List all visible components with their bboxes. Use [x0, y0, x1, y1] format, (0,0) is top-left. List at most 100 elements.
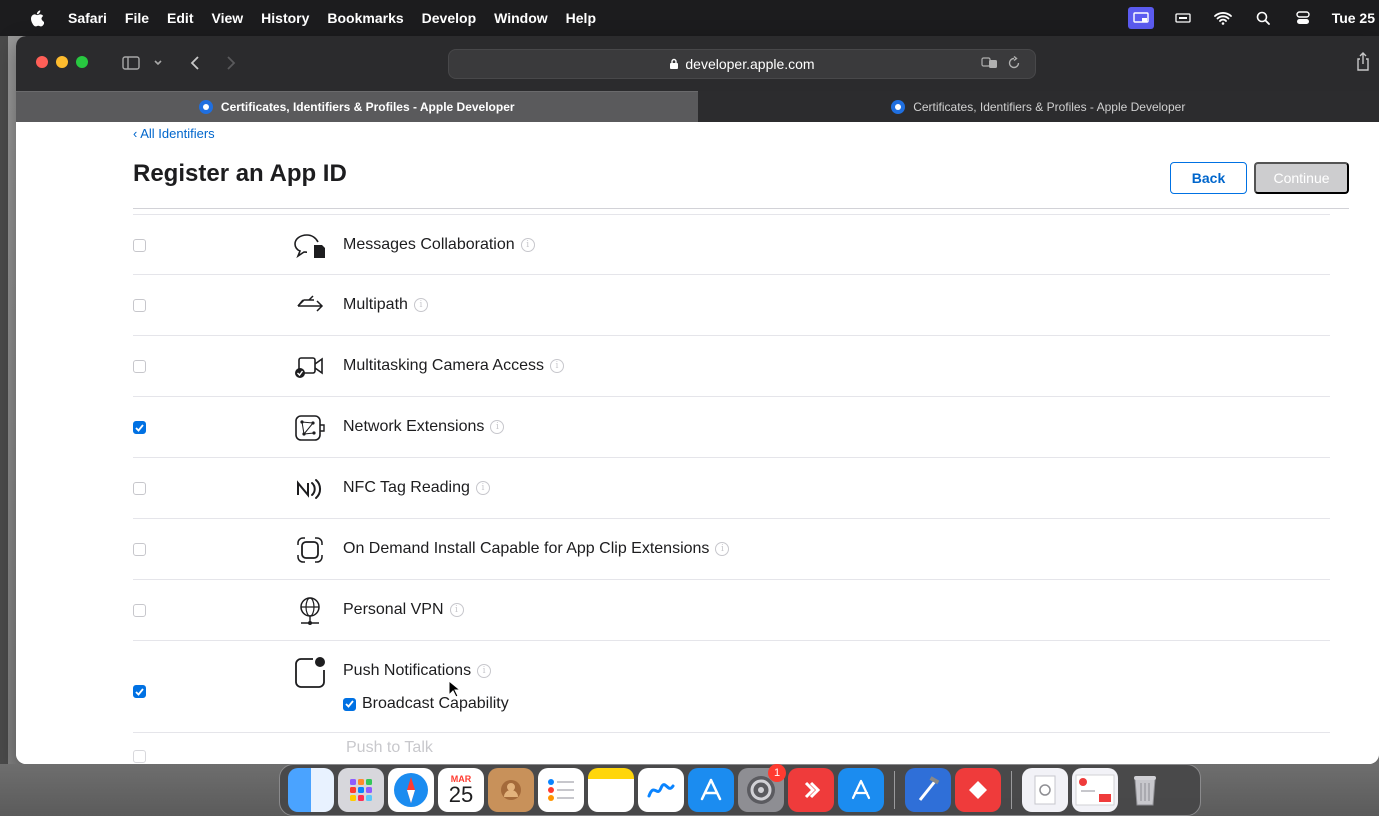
forward-arrow-icon[interactable] — [226, 52, 236, 74]
capability-checkbox-checked[interactable] — [133, 685, 146, 698]
tab-inactive[interactable]: Certificates, Identifiers & Profiles - A… — [697, 91, 1379, 122]
capability-checkbox[interactable] — [133, 360, 146, 373]
push-notifications-icon — [293, 655, 327, 689]
anydesk-download-icon[interactable] — [955, 768, 1001, 812]
back-button[interactable]: Back — [1170, 162, 1247, 194]
close-window-button[interactable] — [36, 56, 48, 68]
reminders-icon[interactable] — [538, 768, 584, 812]
sidebar-toggle-icon[interactable] — [122, 52, 140, 74]
menu-window[interactable]: Window — [494, 10, 548, 26]
safari-window: developer.apple.com Certificates, Identi… — [16, 36, 1379, 764]
minimize-window-button[interactable] — [56, 56, 68, 68]
screenshot-thumbnail-icon[interactable] — [1072, 768, 1118, 812]
info-icon[interactable]: i — [490, 420, 505, 434]
capability-checkbox[interactable] — [133, 604, 146, 617]
chevron-down-icon[interactable] — [153, 52, 163, 74]
broadcast-capability-option[interactable]: Broadcast Capability — [343, 695, 509, 713]
page-content: ‹ All Identifiers Register an App ID Bac… — [16, 122, 1379, 764]
capability-row: Multipath i — [133, 275, 1330, 336]
freeform-icon[interactable] — [638, 768, 684, 812]
calendar-day: 25 — [448, 782, 474, 807]
translate-icon[interactable] — [981, 56, 999, 73]
capability-label: Network Extensions i — [343, 418, 505, 436]
address-bar[interactable]: developer.apple.com — [448, 49, 1036, 79]
info-icon[interactable]: i — [477, 664, 492, 678]
capabilities-list: Messages Collaboration i Multipath i Multi… — [133, 214, 1330, 733]
capability-row: Personal VPN i — [133, 580, 1330, 641]
xcode-instruments-icon[interactable] — [688, 768, 734, 812]
notification-badge: 1 — [768, 764, 786, 782]
app-store-icon[interactable] — [838, 768, 884, 812]
share-icon[interactable] — [1355, 52, 1371, 77]
continue-button[interactable]: Continue — [1254, 162, 1349, 194]
menu-bookmarks[interactable]: Bookmarks — [327, 10, 403, 26]
capability-row: Messages Collaboration i — [133, 214, 1330, 275]
broadcast-checkbox-checked[interactable] — [343, 697, 356, 711]
finder-icon[interactable] — [288, 768, 334, 812]
zoom-window-button[interactable] — [76, 56, 88, 68]
xcode-icon[interactable] — [905, 768, 951, 812]
anydesk-icon[interactable] — [788, 768, 834, 812]
menu-app-name[interactable]: Safari — [68, 10, 107, 26]
vpn-globe-icon — [293, 594, 327, 628]
dock-separator — [894, 771, 895, 809]
capability-label: NFC Tag Reading i — [343, 479, 490, 497]
launchpad-icon[interactable] — [338, 768, 384, 812]
capability-label: Messages Collaboration i — [343, 236, 535, 254]
info-icon[interactable]: i — [520, 238, 535, 252]
info-icon[interactable]: i — [449, 603, 464, 617]
capability-row: Multitasking Camera Access i — [133, 336, 1330, 397]
menu-file[interactable]: File — [125, 10, 149, 26]
app-clip-icon — [293, 533, 327, 567]
broadcast-label: Broadcast Capability — [362, 695, 509, 712]
system-settings-icon[interactable]: 1 — [738, 764, 786, 812]
info-icon[interactable]: i — [475, 481, 490, 495]
safari-compass-icon[interactable] — [388, 768, 434, 812]
calendar-icon[interactable]: MAR 25 — [438, 768, 484, 812]
menu-develop[interactable]: Develop — [422, 10, 476, 26]
all-identifiers-link[interactable]: ‹ All Identifiers — [133, 126, 215, 141]
apple-developer-favicon-icon — [891, 99, 906, 114]
contacts-icon[interactable] — [488, 768, 534, 812]
capability-label: Multitasking Camera Access i — [343, 357, 564, 375]
capability-checkbox[interactable] — [133, 299, 146, 312]
wifi-icon[interactable] — [1212, 9, 1234, 27]
capability-checkbox[interactable] — [133, 482, 146, 495]
capability-row: Network Extensions i — [133, 397, 1330, 458]
menu-view[interactable]: View — [212, 10, 244, 26]
trash-icon[interactable] — [1122, 768, 1168, 812]
lock-icon — [669, 58, 679, 70]
menu-history[interactable]: History — [261, 10, 309, 26]
window-controls — [36, 56, 88, 68]
info-icon[interactable]: i — [413, 298, 428, 312]
capability-checkbox[interactable] — [133, 239, 146, 252]
screen-share-icon[interactable] — [1127, 7, 1154, 29]
back-arrow-icon[interactable] — [190, 52, 200, 74]
capability-checkbox[interactable] — [133, 750, 146, 763]
network-extensions-icon — [293, 411, 327, 445]
info-icon[interactable]: i — [715, 542, 730, 556]
apple-menu-icon[interactable] — [30, 9, 46, 27]
capability-row: On Demand Install Capable for App Clip E… — [133, 519, 1330, 580]
page-title: Register an App ID — [133, 160, 347, 187]
browser-toolbar: developer.apple.com — [16, 36, 1379, 91]
nfc-icon — [293, 472, 327, 506]
camera-access-icon — [293, 350, 327, 384]
info-icon[interactable]: i — [549, 359, 564, 373]
reload-icon[interactable] — [1007, 55, 1021, 73]
keyboard-icon[interactable] — [1172, 9, 1194, 27]
capability-label: On Demand Install Capable for App Clip E… — [343, 540, 730, 558]
menu-help[interactable]: Help — [566, 10, 596, 26]
document-preview-icon[interactable] — [1022, 768, 1068, 812]
capability-label: Push Notifications i — [343, 662, 492, 680]
capability-checkbox[interactable] — [133, 543, 146, 556]
notes-icon[interactable] — [588, 768, 634, 812]
tab-active[interactable]: Certificates, Identifiers & Profiles - A… — [16, 91, 698, 122]
capability-label: Personal VPN i — [343, 601, 464, 619]
messages-collaboration-icon — [293, 229, 327, 263]
control-center-icon[interactable] — [1292, 9, 1314, 27]
capability-checkbox-checked[interactable] — [133, 421, 146, 434]
menu-edit[interactable]: Edit — [167, 10, 193, 26]
menu-clock[interactable]: Tue 25 — [1332, 10, 1375, 26]
spotlight-search-icon[interactable] — [1252, 9, 1274, 27]
